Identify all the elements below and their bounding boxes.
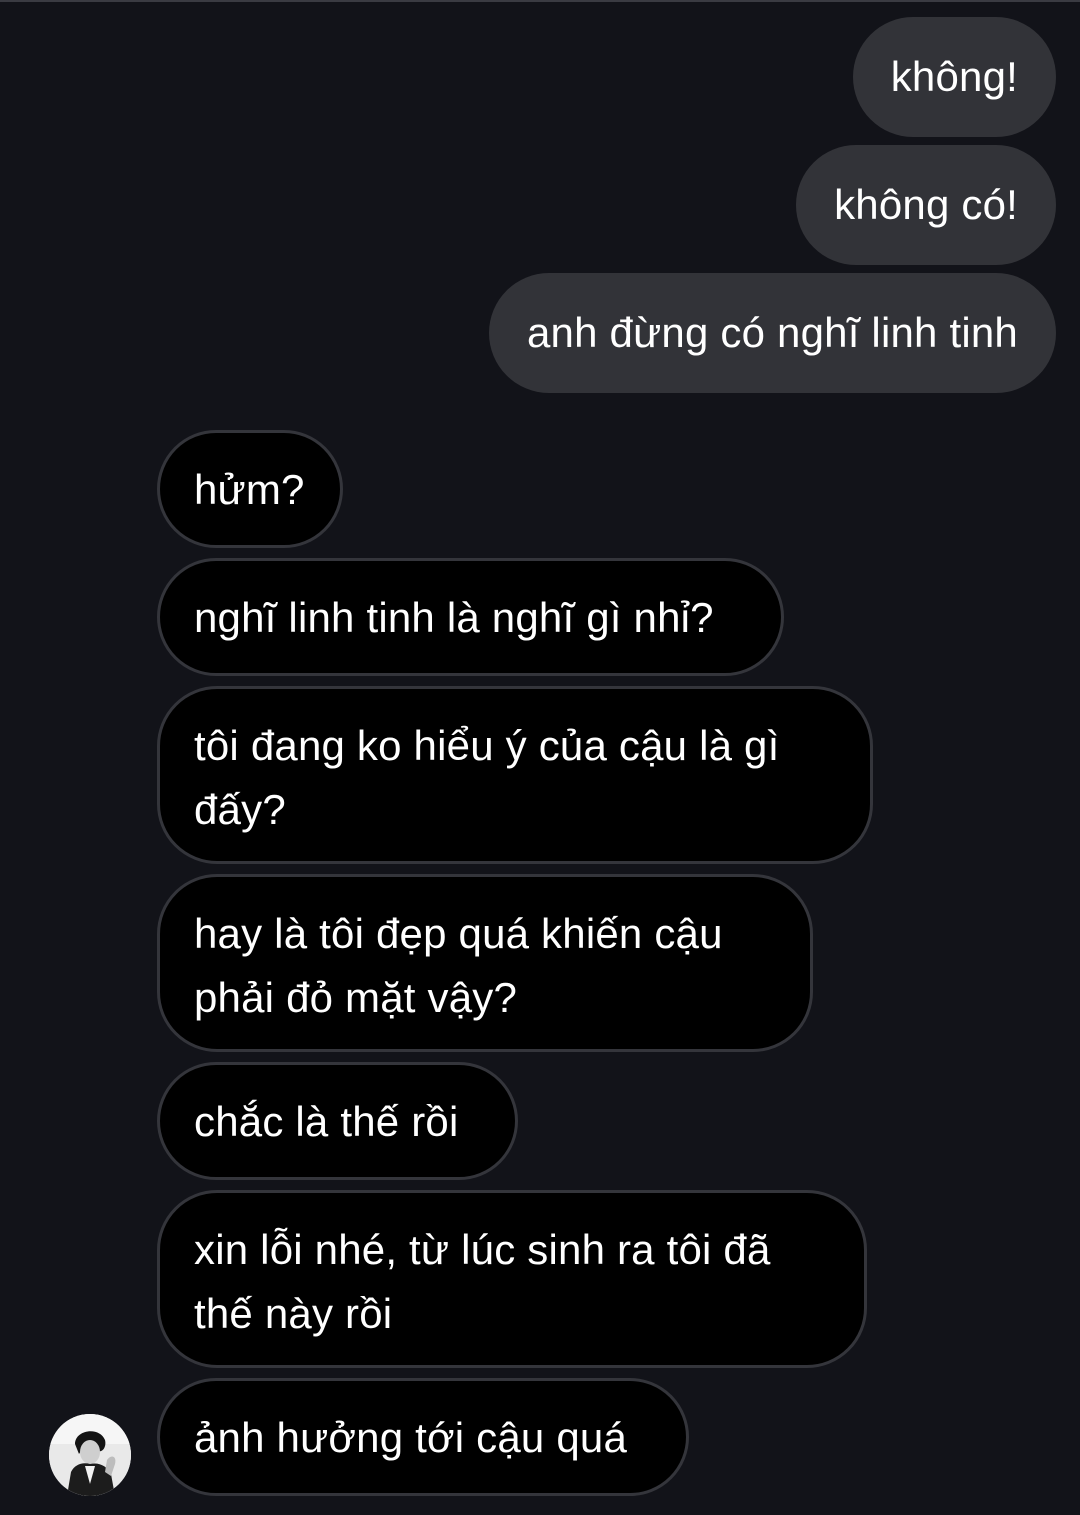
message-text: anh đừng có nghĩ linh tinh xyxy=(526,309,1018,356)
chat-screen: không! không có! anh đừng có nghĩ linh t… xyxy=(0,0,1080,1515)
message-text: hửm? xyxy=(194,466,305,513)
message-text: không có! xyxy=(834,181,1018,228)
received-message[interactable]: hay là tôi đẹp quá khiến cậu phải đỏ mặt… xyxy=(157,874,813,1052)
sent-message[interactable]: không! xyxy=(852,17,1056,137)
received-message[interactable]: tôi đang ko hiểu ý của cậu là gì đấy? xyxy=(157,686,873,864)
message-text: tôi đang ko hiểu ý của cậu là gì đấy? xyxy=(194,722,780,833)
message-text: nghĩ linh tinh là nghĩ gì nhỉ? xyxy=(194,594,714,641)
received-message[interactable]: ảnh hưởng tới cậu quá xyxy=(157,1378,689,1496)
avatar-image xyxy=(49,1414,131,1496)
message-text: xin lỗi nhé, từ lúc sinh ra tôi đã thế n… xyxy=(194,1226,771,1337)
received-message[interactable]: chắc là thế rồi xyxy=(157,1062,518,1180)
received-message[interactable]: nghĩ linh tinh là nghĩ gì nhỉ? xyxy=(157,558,784,676)
message-text: ảnh hưởng tới cậu quá xyxy=(194,1414,628,1461)
received-message[interactable]: hửm? xyxy=(157,430,343,548)
received-message[interactable]: xin lỗi nhé, từ lúc sinh ra tôi đã thế n… xyxy=(157,1190,867,1368)
message-text: chắc là thế rồi xyxy=(194,1098,459,1145)
message-text: hay là tôi đẹp quá khiến cậu phải đỏ mặt… xyxy=(194,910,723,1021)
sent-message[interactable]: anh đừng có nghĩ linh tinh xyxy=(488,273,1056,393)
profile-photo-icon[interactable] xyxy=(49,1414,131,1496)
sent-message[interactable]: không có! xyxy=(796,145,1056,265)
message-text: không! xyxy=(890,53,1018,100)
